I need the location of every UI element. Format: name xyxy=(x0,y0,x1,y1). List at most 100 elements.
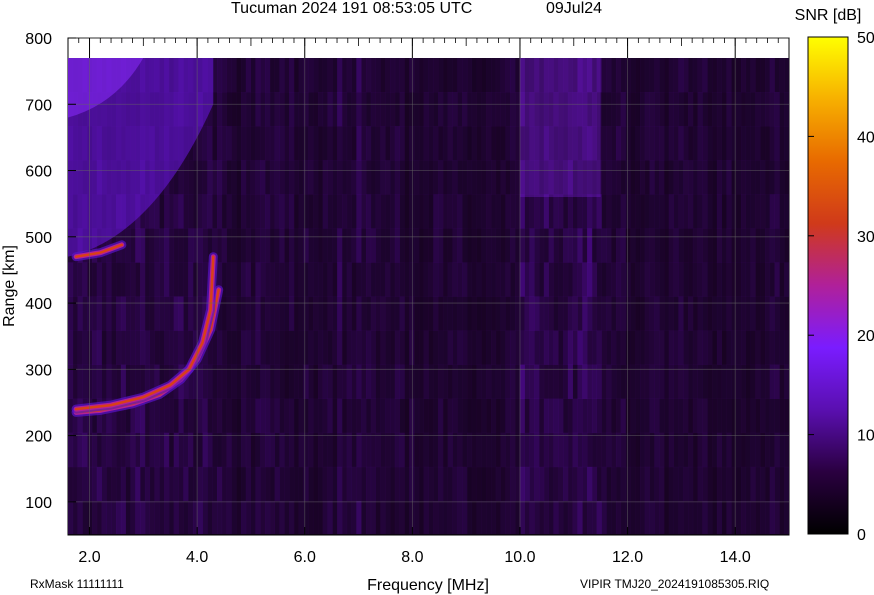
noise-cell xyxy=(274,330,280,365)
noise-cell xyxy=(716,330,723,365)
noise-cell xyxy=(207,160,213,195)
noise-cell xyxy=(731,228,737,263)
noise-cell xyxy=(183,160,189,195)
noise-cell xyxy=(135,466,141,502)
noise-cell xyxy=(779,228,785,263)
noise-cell xyxy=(346,500,352,534)
noise-cell xyxy=(361,228,367,263)
noise-cell xyxy=(702,432,708,468)
noise-cell xyxy=(476,432,482,468)
noise-cell xyxy=(764,432,771,468)
chart-title: Tucuman 2024 191 08:53:05 UTC xyxy=(231,0,473,17)
noise-cell xyxy=(740,262,747,297)
noise-cell xyxy=(591,398,598,434)
noise-cell xyxy=(577,432,583,468)
noise-cell xyxy=(543,364,549,400)
noise-cell xyxy=(519,296,525,331)
noise-cell xyxy=(539,432,545,468)
noise-cell xyxy=(563,432,569,468)
noise-cell xyxy=(337,58,343,93)
noise-cell xyxy=(707,330,713,365)
noise-cell xyxy=(337,296,343,331)
noise-cell xyxy=(125,432,131,468)
noise-cell xyxy=(366,296,372,331)
noise-cell xyxy=(308,92,314,127)
noise-cell xyxy=(731,160,737,195)
noise-cell xyxy=(462,228,468,263)
noise-cell xyxy=(490,432,497,468)
noise-cell xyxy=(490,160,497,195)
noise-cell xyxy=(380,500,386,534)
noise-cell xyxy=(351,92,357,127)
noise-cell xyxy=(490,364,497,400)
noise-cell xyxy=(438,398,444,434)
noise-cell xyxy=(423,160,429,195)
noise-cell xyxy=(289,500,295,534)
noise-cell xyxy=(82,296,88,331)
noise-cell xyxy=(385,126,391,161)
noise-cell xyxy=(606,228,612,263)
noise-cell xyxy=(260,432,266,468)
noise-cell xyxy=(587,296,593,331)
noise-cell xyxy=(438,500,444,534)
noise-cell xyxy=(707,364,713,400)
noise-cell xyxy=(539,228,545,263)
noise-cell xyxy=(221,364,227,400)
noise-cell xyxy=(567,500,573,534)
noise-cell xyxy=(317,262,324,297)
noise-cell xyxy=(322,58,328,93)
noise-cell xyxy=(428,58,434,93)
noise-cell xyxy=(327,126,333,161)
noise-cell xyxy=(500,296,506,331)
noise-cell xyxy=(539,296,545,331)
noise-cell xyxy=(635,398,641,434)
noise-cell xyxy=(178,262,184,297)
noise-cell xyxy=(649,398,655,434)
noise-cell xyxy=(688,296,694,331)
noise-cell xyxy=(567,398,573,434)
rxmask-text: RxMask 11111111 xyxy=(30,577,124,591)
noise-cell xyxy=(572,466,578,502)
noise-cell xyxy=(356,296,362,331)
noise-cell xyxy=(462,194,468,229)
noise-cell xyxy=(418,58,424,93)
noise-cell xyxy=(452,330,458,365)
noise-cell xyxy=(298,330,304,365)
noise-cell xyxy=(260,58,266,93)
noise-cell xyxy=(539,330,545,365)
noise-cell xyxy=(366,228,372,263)
noise-cell xyxy=(596,398,602,434)
noise-cell xyxy=(308,330,314,365)
noise-cell xyxy=(438,262,444,297)
noise-cell xyxy=(611,500,617,534)
noise-cell xyxy=(601,296,607,331)
colorbar-tick-label: 20 xyxy=(857,328,874,345)
noise-cell xyxy=(149,330,155,365)
noise-cell xyxy=(495,500,501,534)
noise-cell xyxy=(529,398,535,434)
noise-cell xyxy=(164,500,170,534)
noise-cell xyxy=(486,296,492,331)
noise-cell xyxy=(390,262,396,297)
noise-cell xyxy=(394,330,400,365)
noise-cell xyxy=(784,92,789,127)
noise-cell xyxy=(784,160,789,195)
noise-cell xyxy=(303,296,309,331)
noise-cell xyxy=(260,228,266,263)
noise-cell xyxy=(298,364,304,400)
noise-cell xyxy=(154,330,160,365)
noise-cell xyxy=(92,364,98,400)
noise-cell xyxy=(313,364,319,400)
noise-cell xyxy=(457,126,463,161)
noise-cell xyxy=(269,398,275,434)
noise-cell xyxy=(399,398,405,434)
noise-cell xyxy=(380,398,386,434)
noise-cell xyxy=(322,296,328,331)
noise-cell xyxy=(625,126,631,161)
noise-cell xyxy=(313,58,319,93)
noise-cell xyxy=(149,398,155,434)
noise-cell xyxy=(750,364,756,400)
noise-cell xyxy=(591,194,598,229)
noise-cell xyxy=(442,330,449,365)
noise-cell xyxy=(414,228,420,263)
